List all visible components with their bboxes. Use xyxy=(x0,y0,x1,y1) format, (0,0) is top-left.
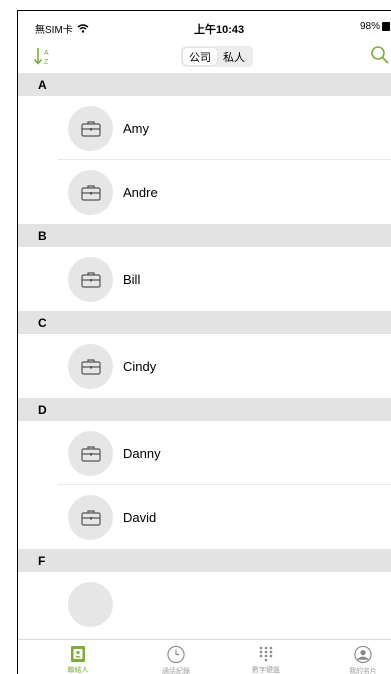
avatar xyxy=(68,343,113,389)
contact-row-bill[interactable]: Bill xyxy=(18,247,391,311)
contact-name: Bill xyxy=(123,271,141,287)
contact-name: David xyxy=(123,509,157,525)
tab-my-card[interactable]: 我的名片 xyxy=(333,645,391,674)
avatar xyxy=(68,169,113,215)
status-bar: 無SIM卡 上午10:43 98% xyxy=(18,11,391,41)
section-header-a: A xyxy=(18,73,391,96)
briefcase-icon xyxy=(80,509,101,526)
tab-label: 通話紀錄 xyxy=(162,668,190,674)
avatar xyxy=(68,105,113,151)
tab-label: 我的名片 xyxy=(349,668,377,674)
segment-company[interactable]: 公司 xyxy=(183,48,217,65)
search-icon[interactable] xyxy=(370,45,390,65)
tab-bar: 聯絡人 通話紀錄 數字鍵盤 我的名片 xyxy=(18,639,391,674)
battery-percent: 98% xyxy=(359,21,380,32)
keypad-icon xyxy=(259,646,273,662)
phone-screen: 無SIM卡 上午10:43 98% A Z 公司 私人 A Amy Andre … xyxy=(17,10,391,674)
contact-row-partial[interactable] xyxy=(18,572,391,636)
contacts-icon xyxy=(71,646,85,662)
contact-name: Amy xyxy=(123,120,149,136)
contact-list[interactable]: A Amy Andre B Bill C Cindy D Danny David… xyxy=(18,73,391,639)
contact-row-david[interactable]: David xyxy=(18,485,391,549)
status-left: 無SIM卡 xyxy=(35,21,89,36)
tab-call-history[interactable]: 通話紀錄 xyxy=(146,645,206,674)
contact-row-danny[interactable]: Danny xyxy=(18,421,391,485)
contact-row-amy[interactable]: Amy xyxy=(18,96,391,160)
contact-name: Danny xyxy=(123,445,161,461)
clock-icon xyxy=(167,645,185,664)
tab-label: 聯絡人 xyxy=(67,667,89,674)
carrier-label: 無SIM卡 xyxy=(35,25,73,36)
section-header-f: F xyxy=(18,549,391,572)
avatar xyxy=(68,581,113,627)
sort-az-icon[interactable]: A Z xyxy=(32,45,54,67)
status-right: 98% xyxy=(360,21,390,32)
briefcase-icon xyxy=(80,445,101,462)
profile-icon xyxy=(354,645,372,664)
company-private-segmented-control: 公司 私人 xyxy=(181,46,253,67)
section-header-d: D xyxy=(18,398,391,421)
tab-contacts[interactable]: 聯絡人 xyxy=(48,645,108,674)
section-header-b: B xyxy=(18,224,391,247)
tab-keypad[interactable]: 數字鍵盤 xyxy=(236,645,296,674)
svg-text:A: A xyxy=(44,50,49,57)
briefcase-icon xyxy=(80,184,101,201)
nav-bar: A Z 公司 私人 xyxy=(18,41,391,73)
section-header-c: C xyxy=(18,311,391,334)
contact-row-andre[interactable]: Andre xyxy=(18,160,391,224)
briefcase-icon xyxy=(80,358,101,375)
contact-row-cindy[interactable]: Cindy xyxy=(18,334,391,398)
battery-icon xyxy=(382,22,390,31)
avatar xyxy=(68,430,113,476)
briefcase-icon xyxy=(80,271,101,288)
tab-label: 數字鍵盤 xyxy=(252,667,280,674)
wifi-icon xyxy=(77,24,89,33)
contact-name: Andre xyxy=(123,184,158,200)
avatar xyxy=(68,256,113,302)
contact-name: Cindy xyxy=(123,358,157,374)
status-time: 上午10:43 xyxy=(194,24,245,36)
segment-private[interactable]: 私人 xyxy=(217,48,251,65)
svg-text:Z: Z xyxy=(44,59,49,66)
briefcase-icon xyxy=(80,120,101,137)
avatar xyxy=(68,494,113,540)
